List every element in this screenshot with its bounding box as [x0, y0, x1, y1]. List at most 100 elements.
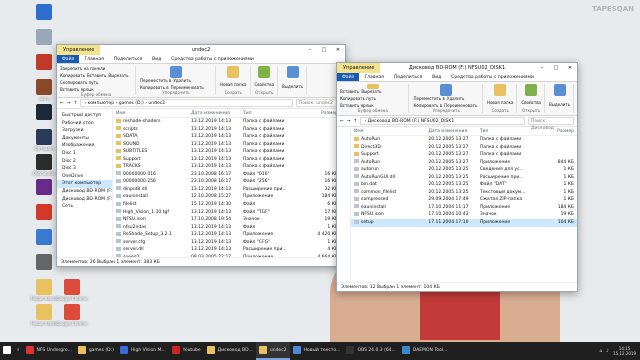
nav-item[interactable]: Документы	[57, 135, 112, 143]
maximize-icon[interactable]: □	[317, 45, 331, 55]
taskbar-item[interactable]: Youtube	[169, 342, 204, 360]
ribbon-button[interactable]: Закрепить на панели	[60, 66, 105, 71]
nav-item[interactable]: Быстрый доступ	[57, 112, 112, 120]
table-row[interactable]: server.cfg 13.12.2019 14:13 Файл "CFG" 1 КБ	[113, 239, 345, 247]
column-header[interactable]: Имя	[351, 128, 428, 135]
ribbon-button[interactable]: Свойства	[521, 100, 541, 105]
nav-item[interactable]: Disc 3	[57, 165, 112, 173]
file-list[interactable]: Имя Дата изменения Тип Размер reshade-shade…	[113, 110, 345, 257]
tab-1[interactable]: Главная	[359, 73, 388, 81]
nav-item[interactable]: Этот компьютер	[57, 180, 112, 188]
table-row[interactable]: NFSU.icon 17.10.2004 10:43 Значок 19 КБ	[351, 211, 577, 219]
tab-3[interactable]: Вид	[427, 73, 446, 81]
title-bar[interactable]: Управление undec2 – □ ✕	[57, 45, 345, 55]
table-row[interactable]: Support 13.12.2019 14:13 Папка с файлами	[113, 156, 345, 164]
table-row[interactable]: Support 20.12.2005 13:27 Папка с файлами	[351, 151, 577, 159]
nav-item[interactable]: Сеть	[57, 203, 112, 211]
table-row[interactable]: setup 17.11.2004 17:10 Приложение 104 КБ	[351, 219, 577, 227]
address-bar[interactable]: ← → ↑ › компьютер › games (D:) › undec2 По…	[57, 98, 345, 109]
context-tab[interactable]: Управление	[57, 45, 101, 55]
desktop-icon-chrome2[interactable]: Google Chrome	[54, 304, 90, 326]
table-row[interactable]: scripts 13.12.2019 14:13 Папка с файлами	[113, 126, 345, 134]
table-row[interactable]: compressed 29.09.2004 17:49 Сжатая ZIP-пап…	[351, 196, 577, 204]
ribbon-button[interactable]: Копировать путь	[340, 96, 376, 101]
nav-item[interactable]: Изображения	[57, 142, 112, 150]
tab-0[interactable]: Файл	[57, 55, 80, 63]
ribbon-button[interactable]: Новая папка	[487, 100, 514, 105]
ribbon-button[interactable]: Новая папка	[220, 82, 247, 87]
column-header[interactable]: Тип	[243, 110, 301, 117]
path-box[interactable]: › Дисковод BD-ROM (F:) NFSU02_DISK1	[360, 117, 525, 125]
title-bar[interactable]: Управление Дисковод BD-ROM (F:) NFSU02_D…	[337, 63, 577, 73]
table-row[interactable]: AutoRun 20.12.2005 13:27 Приложение 844 КБ	[351, 159, 577, 167]
minimize-icon[interactable]: –	[535, 63, 549, 73]
table-row[interactable]: eauninstall 12.10.2008 15:27 Приложение 184…	[113, 193, 345, 201]
taskbar-item[interactable]: Дисковод BD...	[204, 342, 256, 360]
table-row[interactable]: ReShade_Setup_3.2.1 13.12.2019 14:13 Прило…	[113, 231, 345, 239]
forward-icon[interactable]: →	[67, 101, 71, 106]
ribbon-button[interactable]: Выделить	[549, 102, 570, 107]
taskbar-item[interactable]: undec2	[255, 342, 290, 360]
ribbon-button[interactable]: Копировать	[60, 73, 85, 78]
ribbon-button[interactable]: Переместить в	[413, 96, 444, 101]
table-row[interactable]: 00000000.256 23.10.2008 16:17 Файл "256" 16…	[113, 178, 345, 186]
ribbon-button[interactable]: Вырезать	[108, 73, 128, 78]
start-button[interactable]	[0, 342, 14, 360]
table-row[interactable]: common_filelist 20.12.2005 13:25 Текстовый…	[351, 189, 577, 197]
taskbar-item[interactable]: High Vision M...	[117, 342, 169, 360]
tab-0[interactable]: Файл	[337, 73, 360, 81]
nav-item[interactable]: OneDrive	[57, 173, 112, 181]
table-row[interactable]: filelist 15.12.2019 14:30 Файл 6 КБ	[113, 201, 345, 209]
column-header[interactable]: Размер	[537, 128, 577, 135]
table-row[interactable]: AutoRunGUI.dll 20.12.2005 13:25 Расширение…	[351, 174, 577, 182]
list-header[interactable]: Имя Дата изменения Тип Размер	[113, 110, 345, 118]
table-row[interactable]: SUBTITLES 13.12.2019 14:13 Папка с файлами	[113, 148, 345, 156]
taskbar-item[interactable]: NFS Undergro...	[23, 342, 75, 360]
taskbar-item[interactable]: games (D:)	[75, 342, 117, 360]
table-row[interactable]: eauninstall 17.10.2004 11:17 Приложение 184…	[351, 204, 577, 212]
ribbon-button[interactable]: Свойства	[255, 82, 275, 87]
table-row[interactable]: AutoRun 20.12.2005 13:27 Папка с файлами	[351, 136, 577, 144]
table-row[interactable]: SOUND 13.12.2019 14:13 Папка с файлами	[113, 141, 345, 149]
nav-item[interactable]: Загрузки	[57, 127, 112, 135]
context-tab[interactable]: Управление	[337, 63, 381, 73]
ribbon-button[interactable]: Удалить	[447, 96, 465, 101]
nav-item[interactable]: Дисковод BD-ROM (F:)	[57, 196, 112, 204]
ribbon-tabs[interactable]: Файл Главная Поделиться Вид Средства работы …	[57, 55, 345, 64]
up-icon[interactable]: ↑	[354, 119, 358, 124]
ribbon-button[interactable]: Вставить	[87, 73, 106, 78]
explorer-window-bdrom[interactable]: Управление Дисковод BD-ROM (F:) NFSU02_D…	[336, 62, 578, 292]
ribbon-button[interactable]: Вырезать	[361, 89, 381, 94]
back-icon[interactable]: ←	[340, 119, 344, 124]
desktop-icon-monitor[interactable]	[26, 4, 62, 21]
table-row[interactable]: 00000000.016 23.10.2008 16:17 Файл "016" 16…	[113, 171, 345, 179]
table-row[interactable]: reshade-shaders 13.12.2019 14:13 Папка с ф…	[113, 118, 345, 126]
tab-3[interactable]: Вид	[147, 55, 166, 63]
table-row[interactable]: server.dll 13.12.2019 14:13 Расширение при…	[113, 246, 345, 254]
tab-1[interactable]: Главная	[79, 55, 108, 63]
taskbar-item[interactable]: Новый тексто...	[290, 342, 344, 360]
column-header[interactable]: Размер	[301, 110, 341, 117]
column-header[interactable]: Дата изменения	[191, 110, 243, 117]
ribbon-button[interactable]: Выделить	[282, 84, 303, 89]
navigation-pane[interactable]: Быстрый доступ Рабочий стол Загрузки Докуме…	[57, 110, 113, 257]
nav-item[interactable]: Disc 1	[57, 150, 112, 158]
address-bar[interactable]: ← → ↑ › Дисковод BD-ROM (F:) NFSU02_DISK1 …	[337, 116, 577, 131]
network-icon[interactable]: ⌂	[599, 349, 602, 354]
tab-2[interactable]: Поделиться	[389, 73, 427, 81]
volume-icon[interactable]: ♪	[606, 349, 609, 354]
nav-item[interactable]: Рабочий стол	[57, 120, 112, 128]
ribbon-button[interactable]: Вставить	[340, 89, 359, 94]
ribbon-button[interactable]: Скопировать путь	[60, 80, 98, 85]
table-row[interactable]: SDATA 13.12.2019 14:13 Папка с файлами	[113, 133, 345, 141]
taskbar-item[interactable]: OBS 24.0.3 (64...	[343, 342, 398, 360]
tab-4[interactable]: Средства работы с приложениями	[166, 55, 259, 63]
tab-4[interactable]: Средства работы с приложениями	[446, 73, 539, 81]
table-row[interactable]: High_Vision_1.10.tgf 13.12.2019 14:13 Файл…	[113, 209, 345, 217]
table-row[interactable]: bin.dat 20.12.2005 13:25 Файл "DAT" 1 КБ	[351, 181, 577, 189]
maximize-icon[interactable]: □	[549, 63, 563, 73]
table-row[interactable]: TRACKS 13.12.2019 14:13 Папка с файлами	[113, 163, 345, 171]
table-row[interactable]: nfsu2ndas 13.12.2019 14:13 Файл 1 КБ	[113, 224, 345, 232]
nav-item[interactable]: Дисковод BD-ROM (F:)	[57, 188, 112, 196]
up-icon[interactable]: ↑	[74, 101, 78, 106]
